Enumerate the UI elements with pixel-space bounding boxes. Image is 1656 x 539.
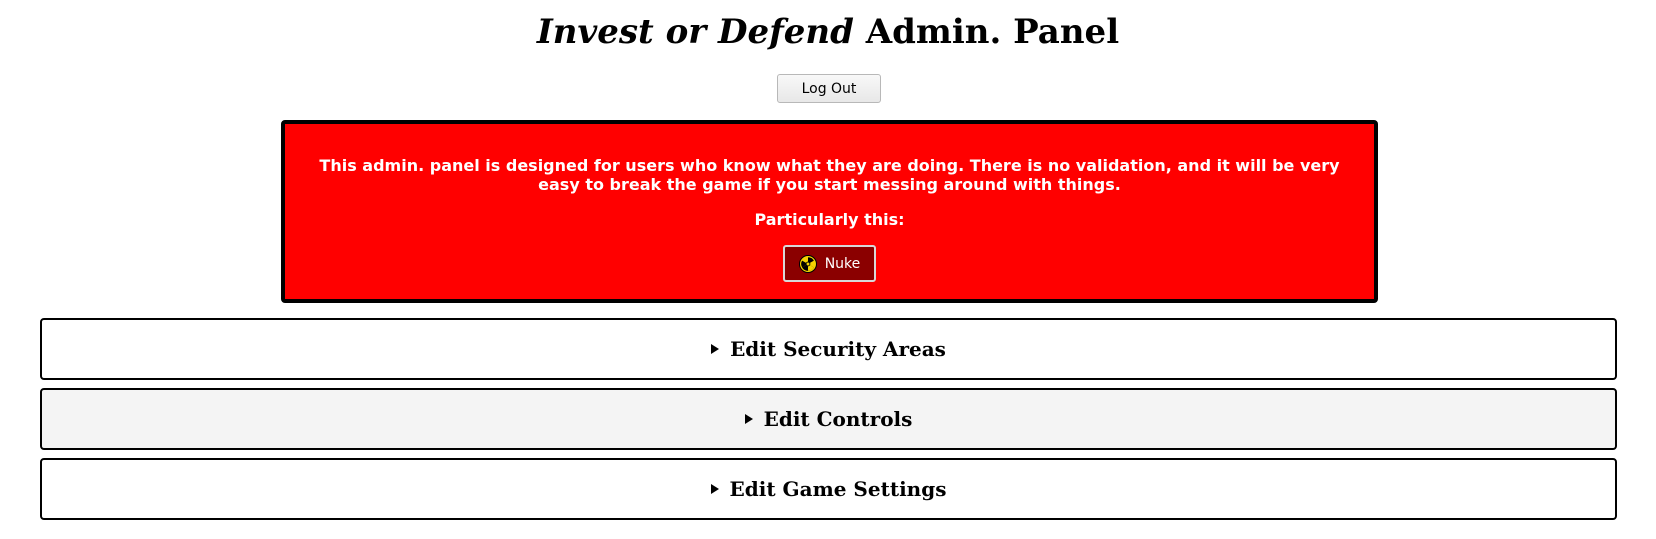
game-name: Invest or Defend	[536, 12, 854, 52]
radiation-icon	[798, 254, 817, 273]
page-title: Invest or Defend Admin. Panel	[0, 8, 1656, 56]
warning-panel: This admin. panel is designed for users …	[281, 120, 1378, 303]
section-edit-security-areas[interactable]: Edit Security Areas	[40, 318, 1617, 380]
section-label: Edit Game Settings	[729, 477, 947, 501]
warning-emphasis: Particularly this:	[754, 210, 905, 229]
section-label: Edit Security Areas	[730, 337, 946, 361]
section-label: Edit Controls	[763, 407, 913, 431]
warning-message: This admin. panel is designed for users …	[319, 156, 1340, 194]
logout-button[interactable]: Log Out	[777, 74, 881, 103]
triangle-right-icon	[711, 344, 720, 354]
section-edit-game-settings[interactable]: Edit Game Settings	[40, 458, 1617, 520]
section-edit-controls[interactable]: Edit Controls	[40, 388, 1617, 450]
triangle-right-icon	[744, 414, 753, 424]
nuke-button[interactable]: Nuke	[783, 245, 876, 282]
nuke-label: Nuke	[824, 255, 861, 272]
title-suffix: Admin. Panel	[865, 12, 1120, 52]
triangle-right-icon	[710, 484, 719, 494]
